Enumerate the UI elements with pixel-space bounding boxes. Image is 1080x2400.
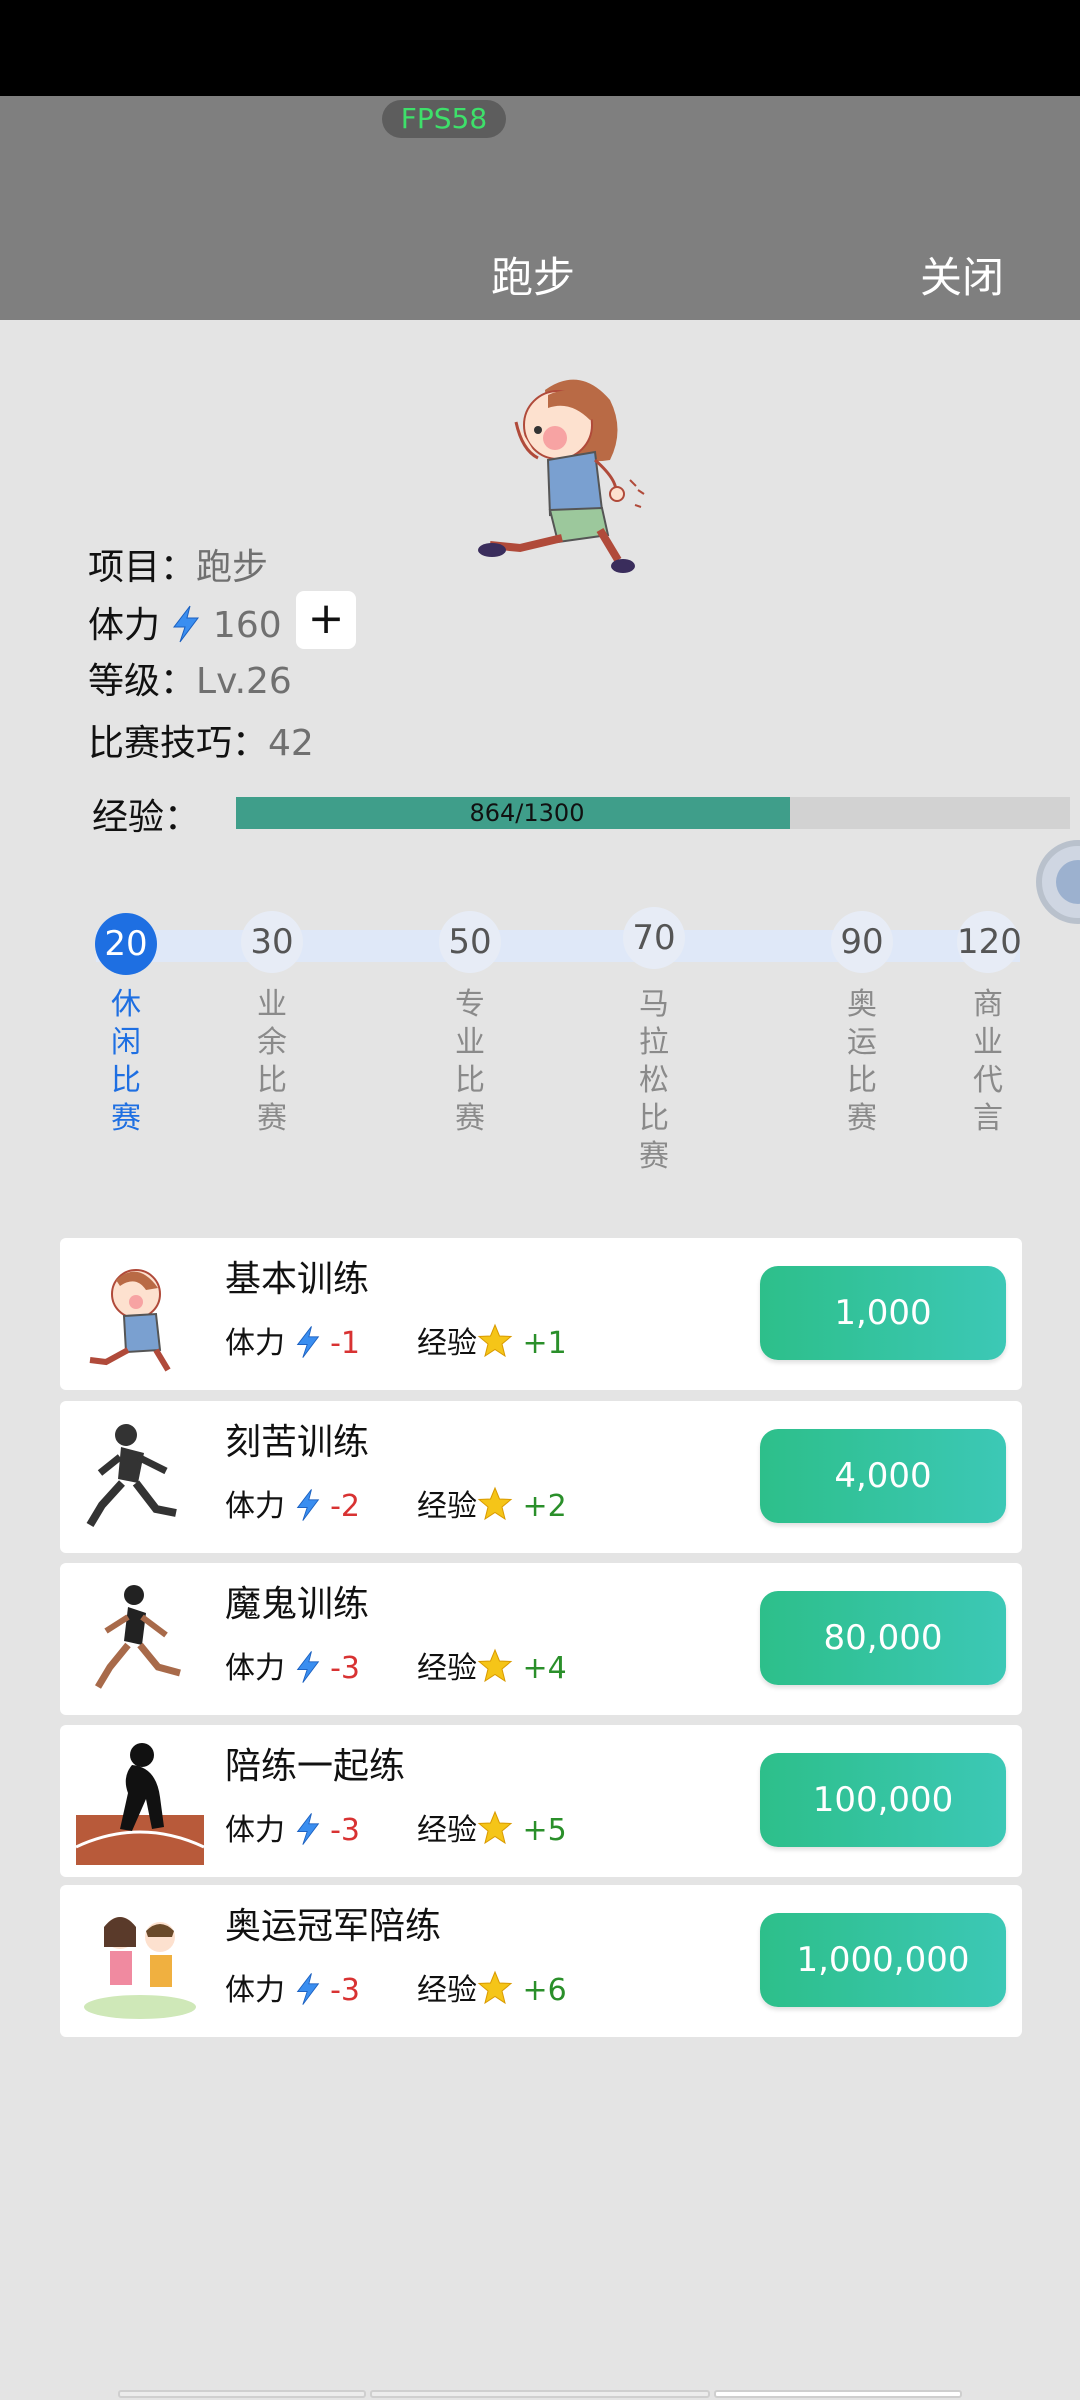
lightning-bolt-icon <box>296 1651 319 1683</box>
milestone-20[interactable]: 20 <box>95 913 157 975</box>
training-card: 魔鬼训练体力 -3 经验 +4 80,000 <box>60 1563 1022 1715</box>
train-buy-button[interactable]: 80,000 <box>760 1591 1006 1685</box>
lightning-bolt-icon <box>296 1489 319 1521</box>
exp-gain-value: +4 <box>522 1651 567 1686</box>
star-icon <box>477 1810 513 1845</box>
project-label: 项目： <box>88 547 197 588</box>
training-name: 陪练一起练 <box>225 1746 406 1787</box>
lightning-bolt-icon <box>296 1813 319 1845</box>
exp-gain-value: +2 <box>522 1489 567 1524</box>
milestone-50[interactable]: 50 <box>439 911 501 973</box>
stamina-cost-value: -3 <box>330 1813 361 1848</box>
stamina-cost: 体力 -3 <box>225 1805 360 1849</box>
stamina-value: 160 <box>212 605 282 646</box>
lightning-bolt-icon <box>296 1326 319 1358</box>
exp-bar-text: 864/1300 <box>469 799 585 827</box>
close-button[interactable]: 关闭 <box>920 244 1004 305</box>
training-illustration <box>89 1269 171 1372</box>
exp-gain-label: 经验 <box>417 1813 477 1848</box>
stamina-cost-label: 体力 <box>225 1326 285 1361</box>
exp-gain-value: +5 <box>522 1813 567 1848</box>
exp-gain-value: +1 <box>522 1326 567 1361</box>
training-name: 奥运冠军陪练 <box>225 1906 442 1947</box>
fps-counter: FPS58 <box>382 100 506 138</box>
milestone-label: 业余比赛 <box>257 987 287 1136</box>
lightning-bolt-icon <box>173 605 200 643</box>
stamina-cost-value: -2 <box>330 1489 361 1524</box>
training-illustration <box>86 1424 177 1528</box>
stamina-cost: 体力 -1 <box>225 1318 360 1362</box>
training-name: 魔鬼训练 <box>225 1584 370 1625</box>
level-value: Lv.26 <box>196 661 292 702</box>
add-stamina-button[interactable]: + <box>296 591 356 649</box>
star-icon <box>477 1323 513 1358</box>
project-value: 跑步 <box>196 547 269 588</box>
training-illustration <box>76 1743 204 1865</box>
stamina-cost-label: 体力 <box>225 1651 285 1686</box>
stamina-cost-value: -1 <box>330 1326 361 1361</box>
exp-gain-label: 经验 <box>417 1326 477 1361</box>
status-bar <box>0 0 1080 96</box>
star-icon <box>477 1970 513 2005</box>
milestone-label: 马拉松比赛 <box>639 987 669 1174</box>
lightning-bolt-icon <box>296 1973 319 2005</box>
floating-assistant-button[interactable] <box>1036 840 1080 924</box>
milestone-120[interactable]: 120 <box>957 911 1022 973</box>
train-buy-button[interactable]: 1,000 <box>760 1266 1006 1360</box>
milestone-30[interactable]: 30 <box>241 911 303 973</box>
milestone-label: 专业比赛 <box>455 987 485 1136</box>
skill-row: 比赛技巧：42 <box>88 714 314 766</box>
exp-gain-value: +6 <box>522 1973 567 2008</box>
train-buy-button[interactable]: 1,000,000 <box>760 1913 1006 2007</box>
floating-assistant-icon <box>1056 860 1080 904</box>
milestone-label: 奥运比赛 <box>847 987 877 1136</box>
page-title: 跑步 <box>490 253 575 302</box>
training-illustration <box>94 1585 181 1689</box>
training-illustration <box>84 1917 196 2019</box>
level-label: 等级： <box>88 661 197 702</box>
star-icon <box>477 1648 513 1683</box>
stamina-cost: 体力 -2 <box>225 1481 360 1525</box>
milestone-70[interactable]: 70 <box>623 907 685 969</box>
milestone-label: 休闲比赛 <box>111 987 141 1136</box>
exp-gain-label: 经验 <box>417 1489 477 1524</box>
training-card: 陪练一起练体力 -3 经验 +5 100,000 <box>60 1725 1022 1877</box>
train-buy-button[interactable]: 100,000 <box>760 1753 1006 1847</box>
running-girl-illustration <box>478 379 645 573</box>
exp-gain: 经验 +2 <box>417 1481 567 1525</box>
stamina-cost-label: 体力 <box>225 1489 285 1524</box>
exp-gain-label: 经验 <box>417 1973 477 2008</box>
milestone-90[interactable]: 90 <box>831 911 893 973</box>
stamina-label: 体力 <box>88 605 161 646</box>
stamina-cost-label: 体力 <box>225 1973 285 2008</box>
training-name: 基本训练 <box>225 1259 370 1300</box>
project-row: 项目：跑步 <box>88 538 268 590</box>
training-card: 奥运冠军陪练 体力 -3 经验 +6 1,000,000 <box>60 1885 1022 2037</box>
stamina-cost-value: -3 <box>330 1651 361 1686</box>
stamina-cost-value: -3 <box>330 1973 361 2008</box>
exp-gain: 经验 +6 <box>417 1965 567 2009</box>
stamina-cost: 体力 -3 <box>225 1643 360 1687</box>
exp-gain: 经验 +1 <box>417 1318 567 1362</box>
stamina-row: 体力 160 <box>88 596 282 648</box>
bottom-indicator-3 <box>714 2390 962 2398</box>
exp-gain: 经验 +4 <box>417 1643 567 1687</box>
star-icon <box>477 1486 513 1521</box>
stamina-cost: 体力 -3 <box>225 1965 360 2009</box>
exp-gain: 经验 +5 <box>417 1805 567 1849</box>
milestone-label: 商业代言 <box>973 987 1003 1136</box>
level-row: 等级：Lv.26 <box>88 652 292 704</box>
training-name: 刻苦训练 <box>225 1422 370 1463</box>
exp-gain-label: 经验 <box>417 1651 477 1686</box>
exp-label: 经验： <box>92 797 201 838</box>
train-buy-button[interactable]: 4,000 <box>760 1429 1006 1523</box>
stamina-cost-label: 体力 <box>225 1813 285 1848</box>
training-card: 刻苦训练体力 -2 经验 +2 4,000 <box>60 1401 1022 1553</box>
skill-label: 比赛技巧： <box>88 723 269 764</box>
skill-value: 42 <box>268 723 314 764</box>
bottom-indicator-2 <box>370 2390 710 2398</box>
training-card: 基本训练体力 -1 经验 +1 1,000 <box>60 1238 1022 1390</box>
bottom-indicator-1 <box>118 2390 366 2398</box>
